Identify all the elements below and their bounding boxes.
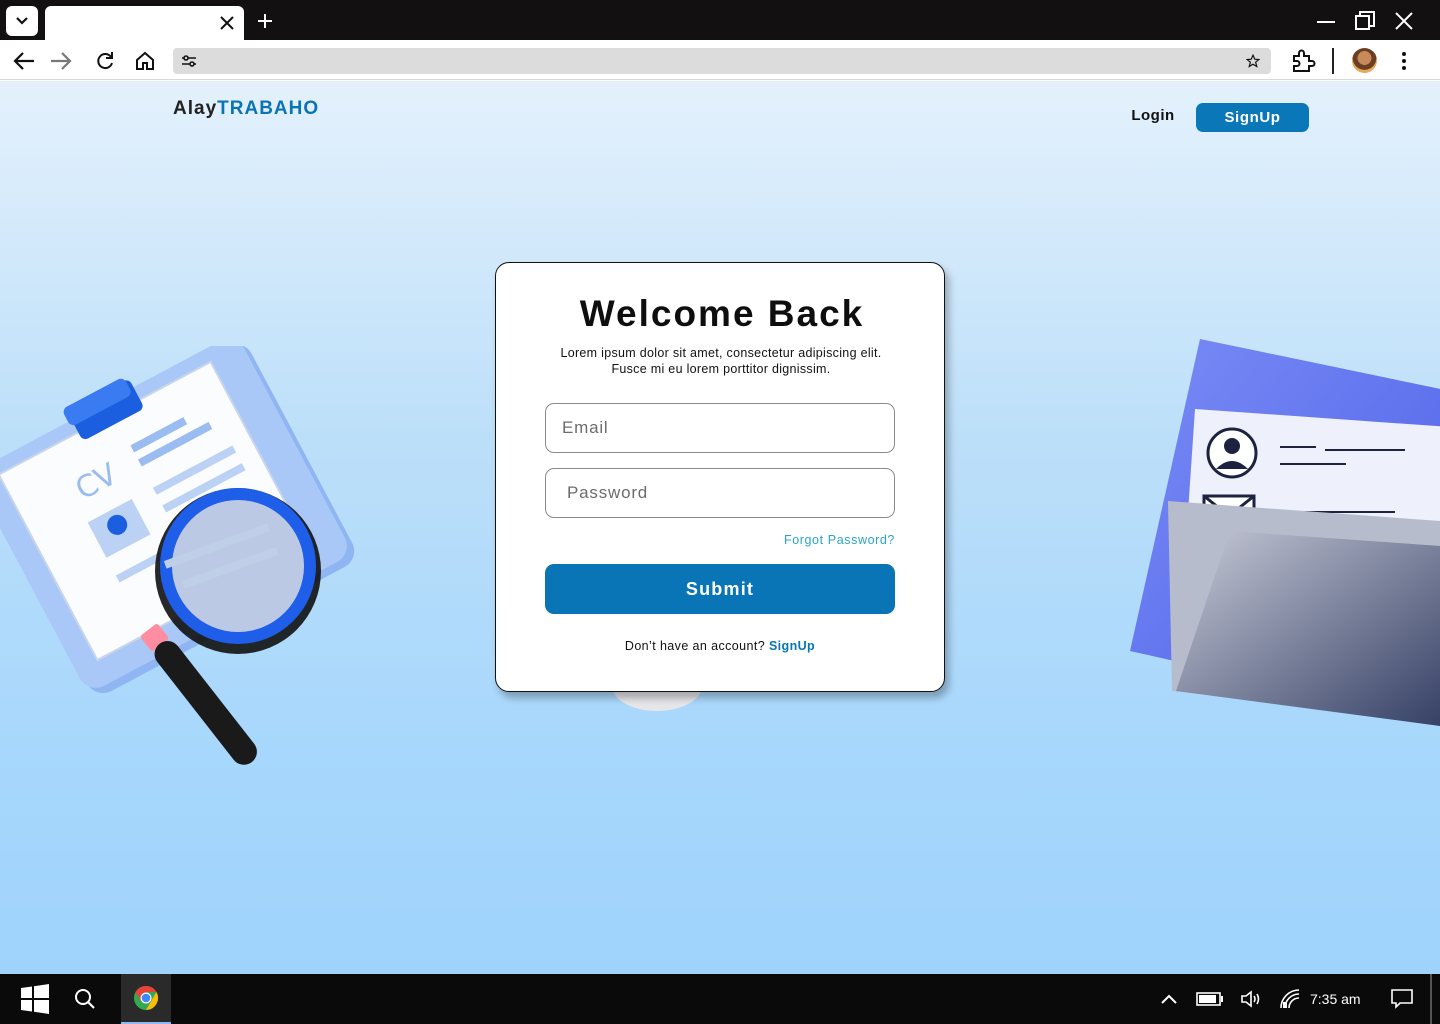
browser-tab[interactable]: [45, 6, 244, 40]
back-icon[interactable]: [11, 48, 37, 74]
volume-icon[interactable]: [1237, 974, 1265, 1024]
battery-icon[interactable]: [1193, 974, 1227, 1024]
signup-prompt: Don’t have an account? SignUp: [496, 639, 944, 653]
notification-icon[interactable]: [1388, 974, 1416, 1024]
chrome-icon[interactable]: [121, 974, 171, 1024]
password-field[interactable]: [545, 468, 895, 518]
network-icon[interactable]: [1276, 974, 1304, 1024]
close-icon[interactable]: [218, 14, 236, 32]
welcome-title: Welcome Back: [579, 293, 865, 334]
more-icon[interactable]: [1391, 48, 1417, 74]
browser-toolbar: [0, 40, 1440, 80]
plus-icon[interactable]: [254, 10, 276, 32]
minimize-icon[interactable]: [1313, 8, 1339, 34]
welcome-subtitle: Lorem ipsum dolor sit amet, consectetur …: [516, 345, 926, 377]
profile-folder-illustration: [1130, 339, 1440, 726]
tab-bar: [0, 0, 1440, 40]
submit-button[interactable]: Submit: [545, 564, 895, 614]
brand-accent: TRABAHO: [217, 98, 320, 119]
windows-start-icon[interactable]: [10, 974, 60, 1024]
login-card: Welcome Back Lorem ipsum dolor sit amet,…: [495, 262, 945, 692]
toolbar-separator: [1332, 48, 1334, 74]
brand-logo[interactable]: AlayTRABAHO: [173, 98, 319, 120]
close-window-icon[interactable]: [1391, 8, 1417, 34]
forward-icon[interactable]: [48, 48, 74, 74]
search-icon[interactable]: [62, 974, 108, 1024]
brand-prefix: Alay: [173, 98, 218, 119]
tab-menu-icon[interactable]: [6, 6, 38, 36]
nav-login-link[interactable]: Login: [1120, 107, 1186, 124]
email-field[interactable]: [545, 403, 895, 453]
address-bar[interactable]: [173, 48, 1271, 74]
taskbar: 7:35 am: [0, 974, 1440, 1024]
taskbar-clock[interactable]: 7:35 am: [1310, 974, 1361, 1024]
home-icon[interactable]: [132, 48, 158, 74]
signup-prompt-text: Don’t have an account?: [624, 639, 766, 653]
restore-icon[interactable]: [1352, 8, 1378, 34]
forgot-password-link[interactable]: Forgot Password?: [784, 533, 895, 547]
nav-signup-button[interactable]: SignUp: [1196, 103, 1309, 132]
subtitle-line-1: Lorem ipsum dolor sit amet, consectetur …: [560, 346, 882, 360]
chevron-up-icon[interactable]: [1155, 974, 1183, 1024]
show-desktop-button[interactable]: [1430, 974, 1432, 1024]
profile-avatar[interactable]: [1352, 48, 1377, 73]
tune-icon[interactable]: [179, 51, 199, 71]
subtitle-line-2: Fusce mi eu lorem porttitor dignissim.: [611, 362, 831, 376]
extensions-icon[interactable]: [1290, 48, 1316, 74]
page-content: AlayTRABAHO Login SignUp CV Welcome Back…: [0, 81, 1440, 974]
star-icon[interactable]: [1243, 51, 1263, 71]
signup-link[interactable]: SignUp: [769, 639, 815, 653]
reload-icon[interactable]: [92, 48, 118, 74]
cv-magnifier-illustration: CV: [0, 346, 355, 765]
